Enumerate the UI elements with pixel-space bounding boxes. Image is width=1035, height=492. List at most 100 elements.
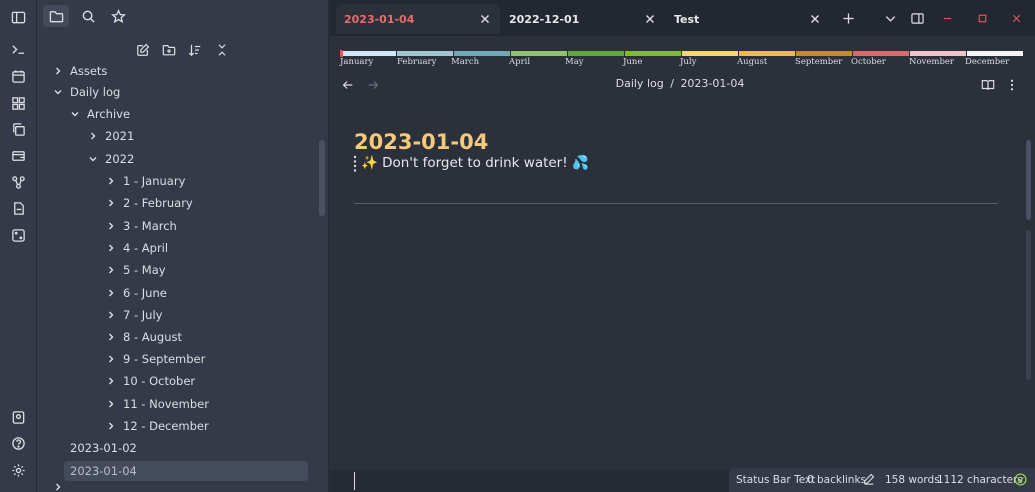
month-segment [796,51,852,56]
folder-daily-log[interactable]: Daily log [52,82,120,102]
toggle-sidebar-icon[interactable] [9,8,27,26]
tab-list-chevron-down-icon[interactable] [881,9,899,27]
terminal-icon[interactable] [9,40,27,58]
tree-item-label: 2023-01-02 [70,441,137,455]
sync-check-icon[interactable] [1014,473,1027,489]
folder-july[interactable]: 7 - July [105,305,162,325]
tab-2023-01-04[interactable]: 2023-01-04 [336,4,500,34]
month-label: September [795,57,843,67]
folder-april[interactable]: 4 - April [105,238,168,258]
more-options-icon[interactable] [1006,78,1020,94]
folder-2022[interactable]: 2022 [87,149,134,169]
forward-arrow-icon[interactable] [366,78,382,94]
dashboard-icon[interactable] [9,94,27,112]
month-label: November [909,57,954,67]
copy-icon[interactable] [9,120,27,138]
chevron-right-icon [105,309,117,321]
file-2023-01-02[interactable]: 2023-01-02 [70,438,137,458]
folder-december[interactable]: 12 - December [105,416,209,436]
folder-2021[interactable]: 2021 [87,126,134,146]
toggle-right-sidebar-icon[interactable] [908,9,926,27]
close-icon[interactable] [643,12,657,26]
month-segment [625,51,681,56]
chevron-right-icon [105,331,117,343]
close-icon[interactable] [478,12,492,26]
new-note-icon[interactable] [133,41,153,59]
collapse-all-icon[interactable] [212,41,232,59]
drag-handle-icon[interactable] [353,155,357,173]
files-tab-icon[interactable] [43,5,69,27]
back-arrow-icon[interactable] [341,78,357,94]
chevron-right-icon [105,175,117,187]
vault-switcher-icon[interactable] [9,408,27,426]
file-export-icon[interactable] [9,199,27,217]
card-add-icon[interactable] [9,147,27,165]
tab-test[interactable]: Test [666,4,830,34]
status-backlinks[interactable]: 0 backlinks [807,474,866,486]
edit-pencil-icon[interactable] [863,473,875,488]
folder-september[interactable]: 9 - September [105,349,205,369]
sort-icon[interactable] [185,41,205,59]
month-label: January [340,57,374,67]
month-segment [397,51,453,56]
chevron-down-icon [87,153,99,165]
tab-2022-12-01[interactable]: 2022-12-01 [501,4,665,34]
tree-item-label: 6 - June [123,286,167,300]
file-2023-01-04[interactable]: 2023-01-04 [64,461,308,481]
month-label: June [623,57,643,67]
window-minimize-icon[interactable] [938,9,956,27]
month-label: December [965,57,1010,67]
tree-item-label: Daily log [70,85,121,99]
breadcrumb-folder[interactable]: Daily log [616,77,664,90]
graph-view-icon[interactable] [9,173,27,191]
folder-assets[interactable]: Assets [52,61,107,81]
random-note-icon[interactable] [9,226,27,244]
editor-scrollbar[interactable] [1026,140,1031,220]
folder-november[interactable]: 11 - November [105,394,209,414]
status-custom-text: Status Bar Text [736,474,816,486]
chevron-down-icon [69,108,81,120]
bookmarks-star-icon[interactable] [105,5,131,27]
chevron-right-icon [105,264,117,276]
folder-january[interactable]: 1 - January [105,171,185,191]
chevron-right-icon [105,398,117,410]
calendar-icon[interactable] [9,67,27,85]
folder-march[interactable]: 3 - March [105,216,177,236]
help-icon[interactable] [9,434,27,452]
month-segment [454,51,510,56]
folder-june[interactable]: 6 - June [105,283,167,303]
tree-item-label: 11 - November [123,397,209,411]
reading-view-book-icon[interactable] [981,78,997,94]
tree-item-label: 4 - April [123,241,169,255]
breadcrumb-note[interactable]: 2023-01-04 [680,77,744,90]
folder-february[interactable]: 2 - February [105,193,193,213]
window-maximize-icon[interactable] [973,9,991,27]
search-icon[interactable] [75,5,101,27]
chevron-right-icon [52,65,64,77]
tree-item-label: 10 - October [123,374,196,388]
tab-label: 2023-01-04 [344,12,415,26]
month-segment [340,51,396,56]
tab-label: 2022-12-01 [509,12,580,26]
new-folder-icon[interactable] [159,41,179,59]
folder-may[interactable]: 5 - May [105,260,166,280]
tree-row-partial[interactable] [52,482,70,492]
month-segment [853,51,909,56]
editor-scrollbar-track [1026,230,1031,380]
sidebar-scrollbar[interactable] [319,140,325,216]
folder-october[interactable]: 10 - October [105,371,195,391]
folder-august[interactable]: 8 - August [105,327,182,347]
window-close-icon[interactable] [1007,9,1025,27]
new-tab-plus-icon[interactable] [839,9,857,27]
tree-item-label: 7 - July [123,308,163,322]
folder-archive[interactable]: Archive [69,104,130,124]
current-day-marker [340,50,343,57]
chevron-right-icon [87,130,99,142]
close-icon[interactable] [808,12,822,26]
tree-item-label: 2021 [105,129,135,143]
month-label: August [737,57,768,67]
settings-gear-icon[interactable] [9,461,27,479]
note-title[interactable]: 2023-01-04 [354,130,488,154]
note-body-text[interactable]: ✨ Don't forget to drink water! 💦 [361,155,589,171]
tree-item-label: 3 - March [123,219,177,233]
